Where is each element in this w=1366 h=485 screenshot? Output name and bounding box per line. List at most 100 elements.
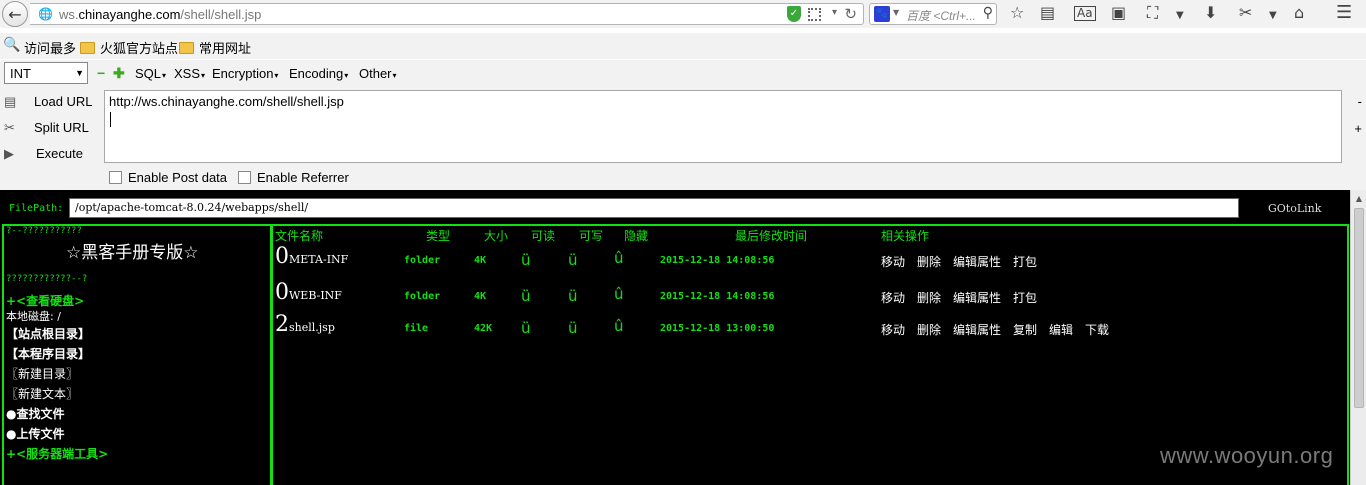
scissors-icon: ✂ bbox=[4, 120, 15, 135]
bookmark-firefox-site[interactable]: 火狐官方站点 bbox=[80, 38, 178, 57]
url-bar[interactable]: 🌐 ws.chinayanghe.com/shell/shell.jsp ✓ ▾… bbox=[30, 3, 864, 25]
chevron-down-icon[interactable]: ▼ bbox=[1269, 7, 1277, 25]
upload-file-link[interactable]: ●上传文件 bbox=[6, 425, 64, 442]
file-mtime: 2015-12-18 13:00:50 bbox=[660, 323, 775, 334]
screenshot-icon[interactable]: ✂ bbox=[1239, 4, 1252, 22]
reading-list-icon[interactable]: ▤ bbox=[1040, 4, 1055, 22]
file-mtime: 2015-12-18 14:08:56 bbox=[660, 291, 775, 302]
readable-flag: ü bbox=[521, 251, 531, 269]
goto-link-button[interactable]: GOtoLink bbox=[1268, 202, 1321, 215]
download-icon[interactable]: ⬇ bbox=[1204, 4, 1217, 22]
pocket-icon[interactable]: ▣ bbox=[1111, 4, 1126, 22]
load-url-icon: ▤ bbox=[4, 94, 17, 109]
writable-flag: ü bbox=[568, 287, 578, 305]
view-disk-link[interactable]: +<查看硬盘> bbox=[6, 292, 84, 309]
back-button[interactable]: ← bbox=[2, 1, 28, 27]
bookmark-common-sites[interactable]: 常用网址 bbox=[179, 38, 251, 57]
search-bar[interactable]: 🐾 ▼ 百度 <Ctrl+... ⚲ bbox=[869, 3, 997, 25]
globe-icon: 🌐 bbox=[38, 7, 53, 21]
action-download[interactable]: 下载 bbox=[1085, 321, 1109, 338]
server-tools-link[interactable]: +<服务器端工具> bbox=[6, 445, 108, 462]
crop-icon[interactable]: ⛶ bbox=[1147, 4, 1158, 22]
execute-button[interactable]: ▶ Execute bbox=[4, 146, 83, 162]
col-header-name: 文件名称 bbox=[275, 229, 324, 243]
chevron-down-icon[interactable]: ▾ bbox=[832, 7, 837, 18]
shell-sidebar: ?--??????????? ☆黑客手册专版☆ ????????????--? … bbox=[2, 224, 272, 485]
filepath-label: FilePath: bbox=[9, 203, 64, 214]
baidu-icon[interactable]: 🐾 bbox=[874, 6, 890, 22]
bookmark-most-visited[interactable]: 访问最多 bbox=[24, 38, 76, 57]
file-size: 4K bbox=[474, 255, 487, 266]
action-delete[interactable]: 删除 bbox=[917, 253, 941, 270]
col-header-hidden: 隐藏 bbox=[624, 229, 649, 243]
site-root-link[interactable]: 【站点根目录】 bbox=[6, 325, 90, 342]
file-type: folder bbox=[404, 255, 441, 266]
filepath-input[interactable]: /opt/apache-tomcat-8.0.24/webapps/shell/ bbox=[69, 198, 1239, 218]
chevron-down-icon[interactable]: ▼ bbox=[893, 8, 899, 17]
action-edit-attr[interactable]: 编辑属性 bbox=[953, 253, 1001, 270]
file-type: folder bbox=[404, 291, 441, 302]
enable-referrer-checkbox[interactable]: Enable Referrer bbox=[238, 170, 349, 185]
text-caret bbox=[110, 112, 111, 127]
reload-icon[interactable]: ↻ bbox=[844, 5, 857, 23]
menu-icon[interactable]: ☰ bbox=[1336, 4, 1352, 22]
type-select[interactable]: INT ▼ bbox=[4, 62, 88, 84]
find-file-link[interactable]: ●查找文件 bbox=[6, 405, 64, 422]
play-icon: ▶ bbox=[4, 146, 14, 161]
checkbox-box[interactable] bbox=[238, 171, 251, 184]
action-edit-attr[interactable]: 编辑属性 bbox=[953, 289, 1001, 306]
action-delete[interactable]: 删除 bbox=[917, 321, 941, 338]
bookmarks-bar: 🔍 访问最多 火狐官方站点 常用网址 bbox=[0, 33, 1366, 59]
expand-button[interactable]: + bbox=[1354, 121, 1362, 136]
menu-other[interactable]: Other bbox=[359, 66, 397, 81]
local-disk-link[interactable]: 本地磁盘: / bbox=[6, 308, 61, 324]
url-text: ws.chinayanghe.com/shell/shell.jsp bbox=[59, 7, 262, 22]
menu-xss[interactable]: XSS bbox=[174, 66, 205, 81]
checkbox-box[interactable] bbox=[109, 171, 122, 184]
file-type: file bbox=[404, 323, 429, 334]
scrollbar-thumb[interactable] bbox=[1354, 208, 1364, 408]
reader-view-icon[interactable]: Aa bbox=[1074, 6, 1096, 21]
enable-post-checkbox[interactable]: Enable Post data bbox=[109, 170, 227, 185]
action-copy[interactable]: 复制 bbox=[1013, 321, 1037, 338]
garbled-text: ?--??????????? bbox=[6, 226, 82, 236]
url-textarea[interactable]: http://ws.chinayanghe.com/shell/shell.js… bbox=[104, 90, 1342, 163]
menu-encryption[interactable]: Encryption bbox=[212, 66, 278, 81]
action-edit[interactable]: 编辑 bbox=[1049, 321, 1073, 338]
plus-icon[interactable]: ✚ bbox=[113, 65, 125, 82]
action-move[interactable]: 移动 bbox=[881, 253, 905, 270]
new-dir-link[interactable]: 〖新建目录〗 bbox=[6, 365, 78, 382]
load-url-button[interactable]: ▤ Load URL bbox=[4, 94, 93, 110]
menu-sql[interactable]: SQL bbox=[135, 66, 166, 81]
browser-navbar: ← 🌐 ws.chinayanghe.com/shell/shell.jsp ✓… bbox=[0, 0, 1366, 28]
file-name-link[interactable]: 0META-INF bbox=[275, 244, 348, 269]
action-pack[interactable]: 打包 bbox=[1013, 289, 1037, 306]
back-icon: ← bbox=[8, 4, 22, 24]
scroll-up-icon[interactable]: ▲ bbox=[1351, 194, 1366, 203]
new-text-link[interactable]: 〖新建文本〗 bbox=[6, 385, 78, 402]
writable-flag: ü bbox=[568, 319, 578, 337]
file-name-link[interactable]: 2shell.jsp bbox=[275, 312, 335, 337]
col-header-mtime: 最后修改时间 bbox=[735, 229, 808, 243]
scrollbar[interactable]: ▲ bbox=[1350, 190, 1366, 485]
shield-icon[interactable]: ✓ bbox=[787, 6, 801, 22]
program-dir-link[interactable]: 【本程序目录】 bbox=[6, 345, 90, 362]
action-delete[interactable]: 删除 bbox=[917, 289, 941, 306]
shrink-button[interactable]: - bbox=[1358, 94, 1362, 109]
split-url-button[interactable]: ✂ Split URL bbox=[4, 120, 89, 136]
qr-icon[interactable] bbox=[808, 8, 821, 21]
action-move[interactable]: 移动 bbox=[881, 321, 905, 338]
action-pack[interactable]: 打包 bbox=[1013, 253, 1037, 270]
hidden-flag: û bbox=[614, 317, 624, 335]
action-edit-attr[interactable]: 编辑属性 bbox=[953, 321, 1001, 338]
writable-flag: ü bbox=[568, 251, 578, 269]
menu-encoding[interactable]: Encoding bbox=[289, 66, 348, 81]
file-name-link[interactable]: 0WEB-INF bbox=[275, 280, 342, 305]
chevron-down-icon[interactable]: ▼ bbox=[1176, 7, 1184, 25]
minus-icon[interactable]: − bbox=[97, 65, 105, 81]
folder-icon bbox=[179, 42, 194, 54]
action-move[interactable]: 移动 bbox=[881, 289, 905, 306]
star-icon[interactable]: ☆ bbox=[1010, 4, 1024, 22]
home-icon[interactable]: ⌂ bbox=[1294, 4, 1304, 22]
search-icon[interactable]: ⚲ bbox=[983, 5, 993, 21]
